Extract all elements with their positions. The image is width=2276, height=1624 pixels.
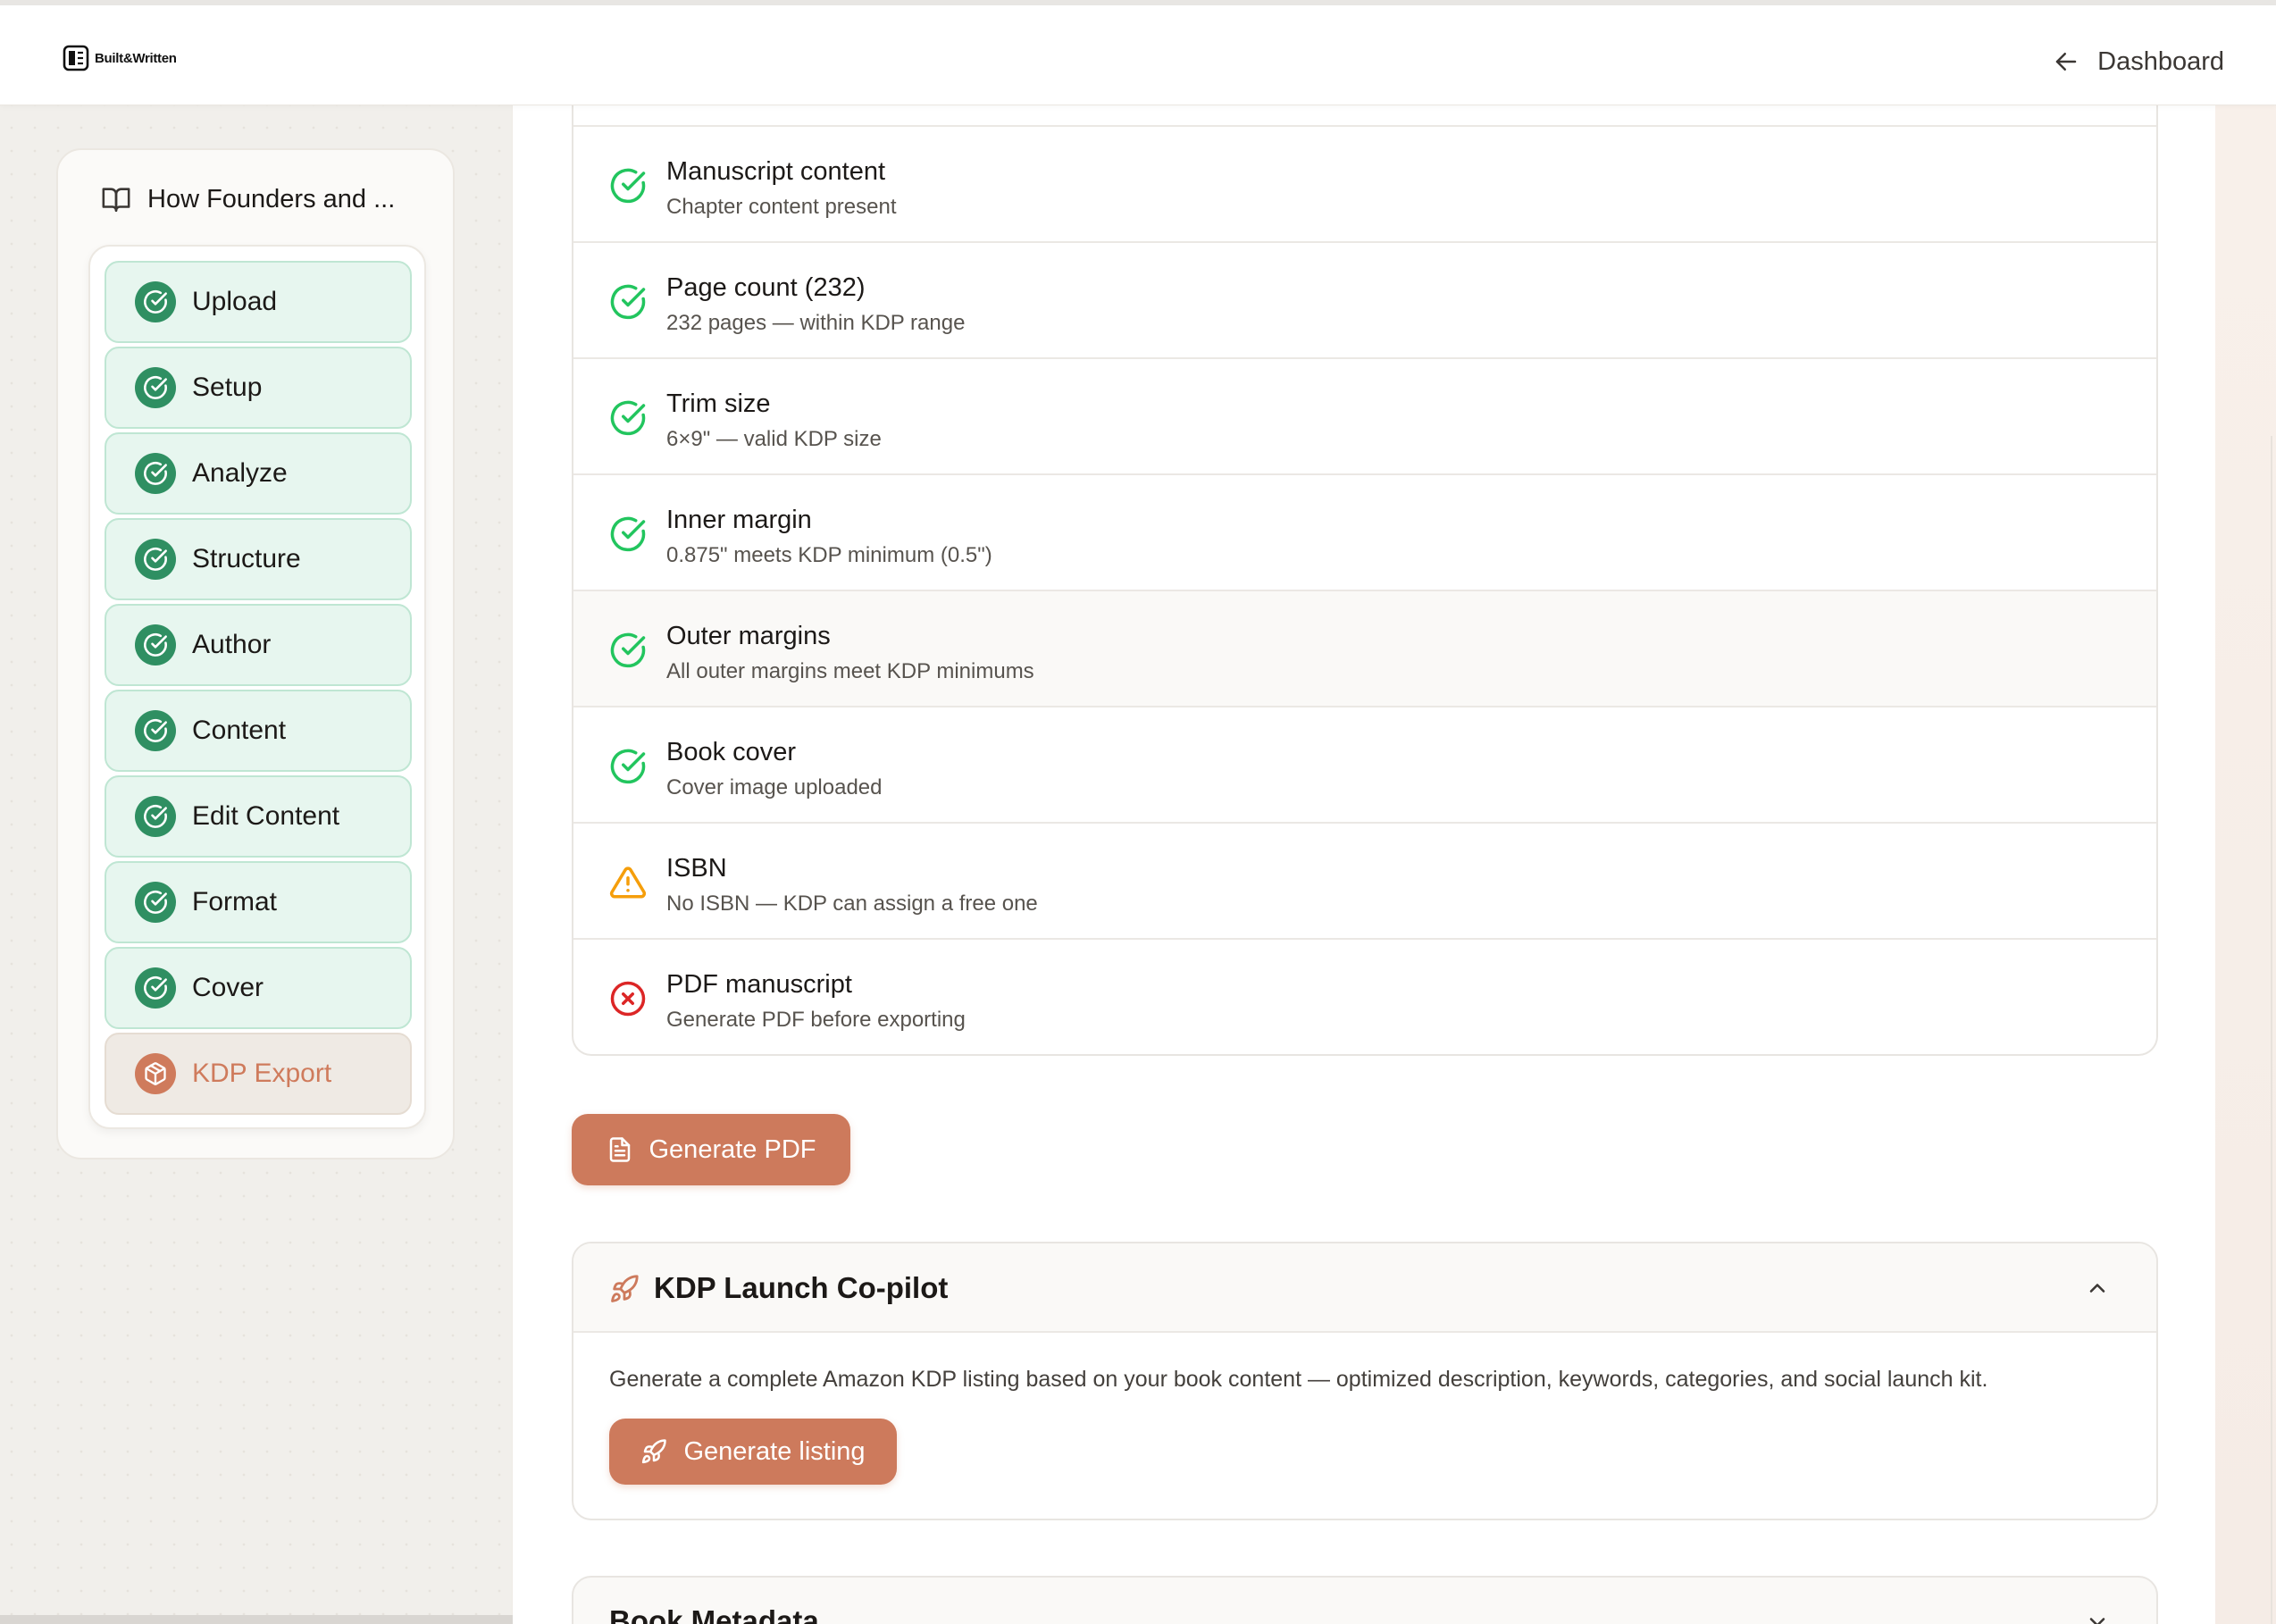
check-subtitle: Generate PDF before exporting	[666, 1008, 966, 1032]
logo-text: Built&Written	[95, 50, 177, 66]
copilot-description: Generate a complete Amazon KDP listing b…	[609, 1367, 1988, 1392]
kdp-copilot-panel: KDP Launch Co-pilot Generate a complete …	[572, 1242, 2158, 1520]
logo-icon	[63, 45, 89, 71]
step-label: Author	[192, 630, 272, 659]
step-label: Format	[192, 887, 278, 917]
chevron-up-icon[interactable]	[2085, 1276, 2110, 1301]
generate-pdf-button[interactable]: Generate PDF	[572, 1114, 850, 1185]
check-row-manuscript-content: Manuscript content Chapter content prese…	[573, 125, 2156, 241]
book-title-text: How Founders and ...	[147, 184, 396, 213]
step-kdp-export[interactable]: KDP Export	[105, 1033, 412, 1115]
dashboard-label: Dashboard	[2097, 46, 2224, 76]
step-edit-content[interactable]: Edit Content	[105, 775, 412, 858]
copilot-header[interactable]: KDP Launch Co-pilot	[573, 1243, 2156, 1333]
step-format[interactable]: Format	[105, 861, 412, 943]
generate-listing-button[interactable]: Generate listing	[609, 1419, 897, 1485]
check-row-isbn: ISBN No ISBN — KDP can assign a free one	[573, 822, 2156, 938]
step-label: KDP Export	[192, 1059, 332, 1088]
check-subtitle: All outer margins meet KDP minimums	[666, 659, 1034, 683]
check-circle-icon	[135, 453, 176, 494]
check-title: Outer margins	[666, 622, 831, 650]
check-circle-icon	[135, 281, 176, 322]
rocket-icon	[642, 1439, 667, 1464]
x-circle-icon	[610, 981, 646, 1017]
check-subtitle: 0.875" meets KDP minimum (0.5")	[666, 543, 992, 567]
metadata-title: Book Metadata	[609, 1604, 819, 1624]
check-row-pdf-manuscript: PDF manuscript Generate PDF before expor…	[573, 938, 2156, 1054]
check-subtitle: Cover image uploaded	[666, 775, 883, 799]
step-label: Cover	[192, 973, 264, 1002]
step-content[interactable]: Content	[105, 690, 412, 772]
check-circle-icon	[610, 632, 646, 668]
rocket-icon	[611, 1275, 639, 1302]
check-circle-icon	[135, 367, 176, 408]
right-rail	[2215, 105, 2276, 1624]
step-label: Edit Content	[192, 801, 340, 831]
step-author[interactable]: Author	[105, 604, 412, 686]
file-text-icon	[609, 1137, 630, 1162]
package-icon	[135, 1053, 176, 1094]
arrow-left-icon	[2055, 53, 2077, 71]
step-label: Setup	[192, 373, 263, 402]
check-title: Book cover	[666, 738, 797, 766]
generate-pdf-label: Generate PDF	[648, 1134, 816, 1164]
check-subtitle: 232 pages — within KDP range	[666, 311, 966, 335]
dashboard-link[interactable]: Dashboard	[2053, 39, 2224, 84]
check-title: PDF manuscript	[666, 970, 852, 999]
check-title: Trim size	[666, 389, 771, 418]
book-open-icon	[102, 188, 130, 213]
copilot-title: KDP Launch Co-pilot	[654, 1271, 949, 1304]
sidebar: How Founders and ... Upload Setup Analyz…	[56, 148, 455, 1159]
check-circle-icon	[135, 882, 176, 923]
check-circle-icon	[610, 168, 646, 204]
check-circle-icon	[135, 624, 176, 666]
step-label: Content	[192, 716, 287, 745]
check-circle-icon	[610, 516, 646, 552]
check-row-trim-size: Trim size 6×9" — valid KDP size	[573, 357, 2156, 473]
generate-listing-label: Generate listing	[683, 1436, 866, 1466]
kdp-checklist: Manuscript content Chapter content prese…	[572, 89, 2158, 1056]
step-label: Upload	[192, 287, 278, 316]
check-circle-icon	[135, 796, 176, 837]
check-title: ISBN	[666, 854, 727, 883]
check-row-inner-margin: Inner margin 0.875" meets KDP minimum (0…	[573, 473, 2156, 590]
step-analyze[interactable]: Analyze	[105, 432, 412, 515]
step-label: Analyze	[192, 458, 288, 488]
check-subtitle: No ISBN — KDP can assign a free one	[666, 892, 1038, 916]
bottom-strip	[0, 1615, 513, 1624]
step-upload[interactable]: Upload	[105, 261, 412, 343]
top-bar: Built&Written Dashboard	[0, 0, 2276, 105]
check-circle-icon	[610, 284, 646, 320]
check-subtitle: 6×9" — valid KDP size	[666, 427, 882, 451]
step-setup[interactable]: Setup	[105, 347, 412, 429]
check-subtitle: Chapter content present	[666, 195, 897, 219]
app-logo[interactable]: Built&Written	[63, 43, 177, 73]
step-structure[interactable]: Structure	[105, 518, 412, 600]
check-circle-icon	[135, 967, 176, 1009]
check-circle-icon	[135, 710, 176, 751]
check-title: Page count (232)	[666, 273, 866, 302]
step-label: Structure	[192, 544, 301, 573]
chevron-down-icon[interactable]	[2085, 1610, 2110, 1624]
step-cover[interactable]: Cover	[105, 947, 412, 1029]
warning-triangle-icon	[609, 866, 647, 899]
check-circle-icon	[135, 539, 176, 580]
check-circle-icon	[610, 749, 646, 784]
check-title: Manuscript content	[666, 157, 886, 186]
book-title[interactable]: How Founders and ...	[101, 184, 395, 214]
book-metadata-panel[interactable]: Book Metadata	[572, 1576, 2158, 1624]
step-list: Upload Setup Analyze Structure Author Co…	[88, 245, 426, 1129]
check-circle-icon	[610, 400, 646, 436]
check-row-page-count: Page count (232) 232 pages — within KDP …	[573, 241, 2156, 357]
check-title: Inner margin	[666, 506, 812, 534]
check-row-outer-margins: Outer margins All outer margins meet KDP…	[573, 590, 2156, 706]
check-row-book-cover: Book cover Cover image uploaded	[573, 706, 2156, 822]
